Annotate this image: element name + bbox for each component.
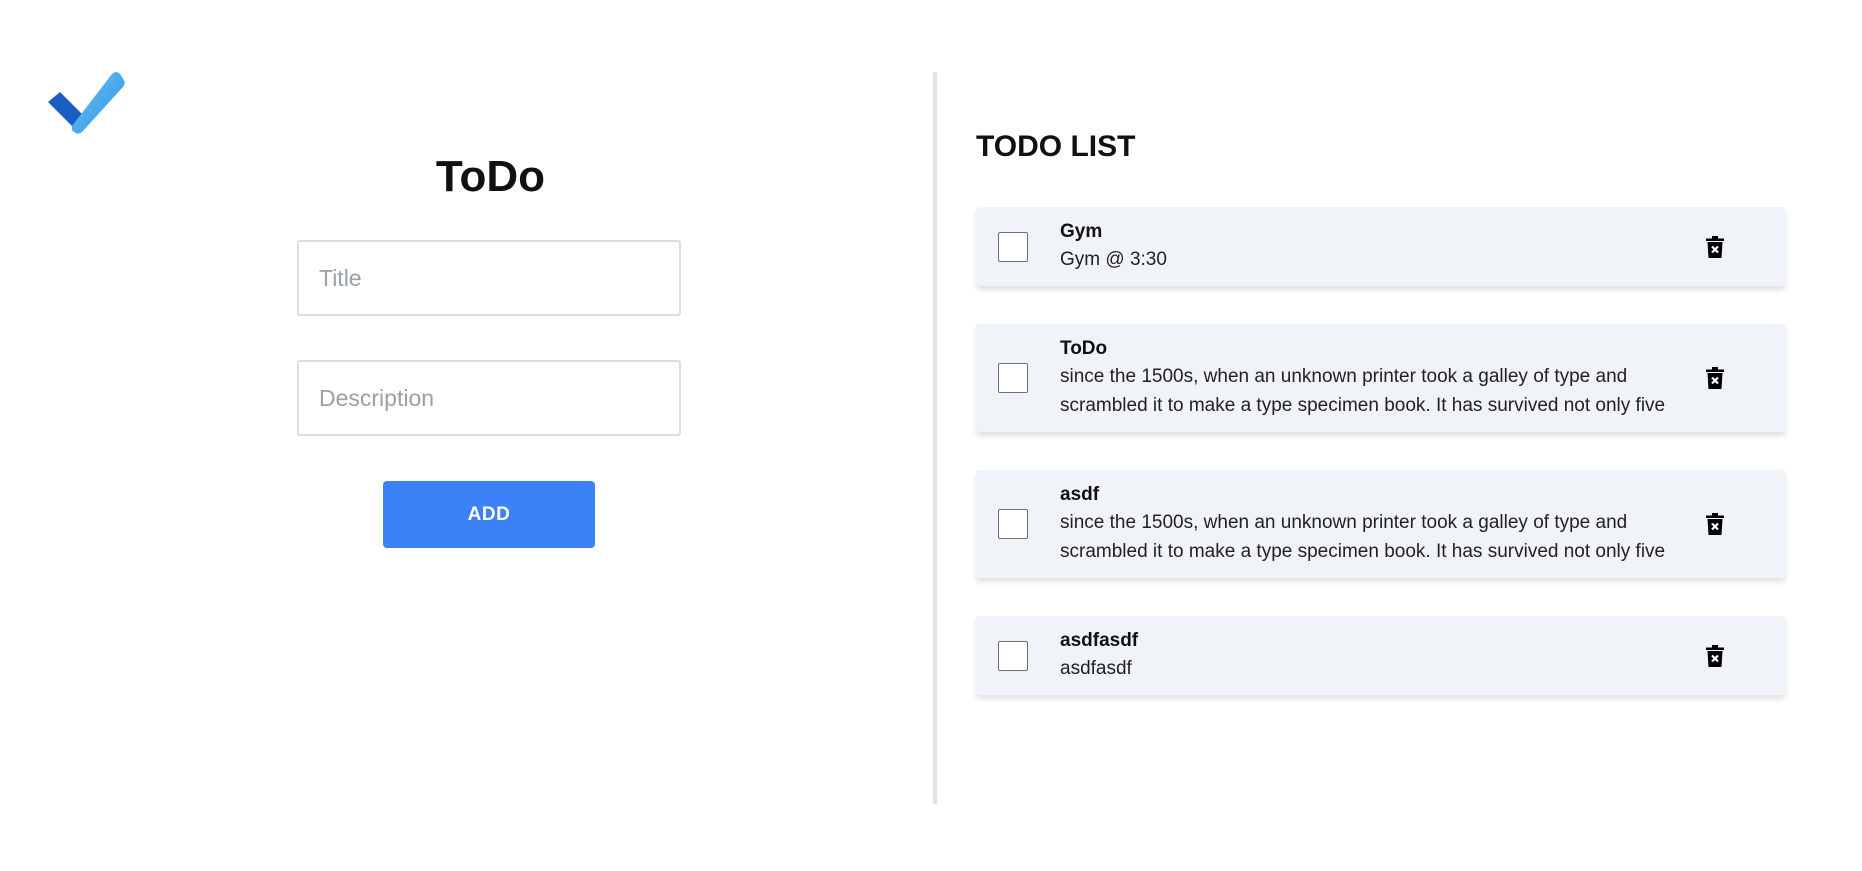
todo-checkbox[interactable] (998, 640, 1028, 671)
todo-description: since the 1500s, when an unknown printer… (1060, 366, 1666, 416)
checkmark-logo-icon (48, 72, 125, 134)
add-button[interactable]: ADD (383, 481, 595, 548)
todo-list: Gym Gym @ 3:30 ToDo since the 1500s, whe… (976, 207, 1786, 733)
trash-icon (1706, 367, 1724, 389)
trash-icon (1706, 513, 1724, 535)
todo-title: asdfasdf (1060, 630, 1139, 651)
todo-item: ToDo since the 1500s, when an unknown pr… (976, 324, 1786, 432)
todo-description: since the 1500s, when an unknown printer… (1060, 512, 1666, 562)
app-title: ToDo (435, 152, 546, 201)
todo-title: asdf (1060, 484, 1100, 505)
todo-item: asdf since the 1500s, when an unknown pr… (976, 470, 1786, 578)
delete-button[interactable] (1702, 363, 1728, 393)
trash-icon (1706, 644, 1724, 667)
todo-checkbox[interactable] (998, 509, 1028, 539)
trash-icon (1706, 235, 1724, 258)
delete-button[interactable] (1702, 641, 1728, 671)
todo-checkbox[interactable] (998, 231, 1028, 262)
delete-button[interactable] (1702, 509, 1728, 539)
todo-list-heading: TODO LIST (976, 130, 1136, 163)
todo-item: Gym Gym @ 3:30 (976, 207, 1786, 286)
todo-form-panel: ToDo ADD (0, 0, 937, 871)
title-input[interactable] (297, 240, 681, 316)
todo-description: asdfasdf (1060, 658, 1132, 679)
todo-description: Gym @ 3:30 (1060, 249, 1167, 270)
delete-button[interactable] (1702, 232, 1728, 262)
todo-title: Gym (1060, 221, 1103, 242)
todo-item: asdfasdf asdfasdf (976, 616, 1786, 695)
description-input[interactable] (297, 360, 681, 436)
todo-title: ToDo (1060, 338, 1108, 359)
panel-divider (933, 72, 937, 804)
todo-checkbox[interactable] (998, 363, 1028, 393)
